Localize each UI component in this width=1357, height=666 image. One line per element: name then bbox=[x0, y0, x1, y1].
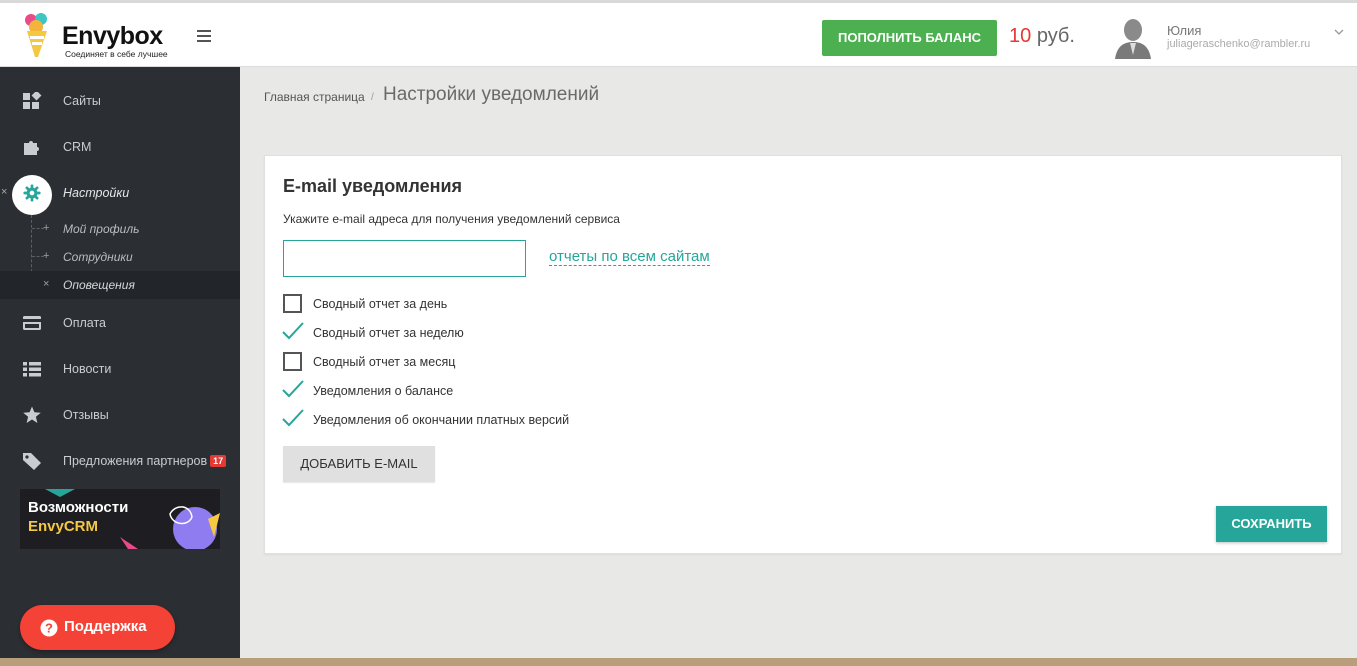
sidebar-item-settings[interactable]: Настройки bbox=[0, 173, 240, 213]
sidebar-item-label: Оплата bbox=[63, 316, 106, 330]
sidebar-item-label: Предложения партнеров 17 bbox=[63, 454, 227, 468]
credit-card-icon bbox=[23, 316, 41, 330]
close-icon: × bbox=[43, 278, 50, 290]
all-sites-reports-link[interactable]: отчеты по всем сайтам bbox=[549, 248, 710, 266]
sidebar-item-label: Отзывы bbox=[63, 408, 109, 422]
support-button[interactable]: ? Поддержка bbox=[20, 605, 175, 650]
balance-amount: 10 bbox=[1009, 25, 1032, 47]
card-description: Укажите e-mail адреса для получения увед… bbox=[283, 212, 620, 226]
checkbox-monthly-report[interactable]: Сводный отчет за месяц bbox=[283, 352, 683, 372]
sidebar-subitem-employees[interactable]: + Сотрудники bbox=[0, 243, 240, 271]
sidebar-item-partners[interactable]: Предложения партнеров 17 bbox=[0, 441, 240, 481]
plus-icon: + bbox=[43, 250, 50, 262]
checkmark-icon[interactable] bbox=[280, 406, 306, 428]
balance-display: 10 руб. bbox=[1009, 25, 1075, 48]
os-taskbar-strip bbox=[0, 658, 1357, 666]
sidebar-subitem-notifications[interactable]: × Оповещения bbox=[0, 271, 240, 299]
svg-text:?: ? bbox=[45, 621, 53, 636]
tag-icon bbox=[23, 453, 41, 470]
email-input[interactable] bbox=[283, 240, 526, 277]
list-icon bbox=[23, 362, 41, 377]
sidebar-subitem-label: Мой профиль bbox=[63, 222, 140, 236]
balance-currency: руб. bbox=[1036, 25, 1075, 47]
breadcrumb-home-link[interactable]: Главная страница bbox=[264, 90, 365, 104]
sidebar-item-sites[interactable]: Сайты bbox=[0, 81, 240, 121]
user-email[interactable]: juliageraschenko@rambler.ru bbox=[1167, 38, 1310, 50]
envycrm-promo-banner[interactable]: Возможности EnvyCRM bbox=[20, 489, 220, 549]
topup-balance-button[interactable]: ПОПОЛНИТЬ БАЛАНС bbox=[822, 20, 997, 56]
top-header: Envybox Соединяет в себе лучшее ПОПОЛНИТ… bbox=[0, 0, 1357, 67]
logo-text[interactable]: Envybox bbox=[62, 22, 163, 51]
support-button-label: Поддержка bbox=[64, 618, 147, 635]
promo-title: Возможности bbox=[28, 499, 129, 516]
sidebar-item-news[interactable]: Новости bbox=[0, 349, 240, 389]
sidebar-subitem-label: Сотрудники bbox=[63, 250, 133, 264]
sidebar-subitem-profile[interactable]: + Мой профиль bbox=[0, 215, 240, 243]
dashboard-icon bbox=[23, 92, 42, 109]
sidebar-item-reviews[interactable]: Отзывы bbox=[0, 395, 240, 435]
logo-tagline: Соединяет в себе лучшее bbox=[65, 49, 168, 59]
checkbox-paid-versions-expiry[interactable]: Уведомления об окончании платных версий bbox=[282, 409, 683, 430]
sidebar-item-label: Новости bbox=[63, 362, 112, 376]
save-button[interactable]: СОХРАНИТЬ bbox=[1216, 506, 1327, 542]
checkmark-icon[interactable] bbox=[280, 377, 306, 399]
sidebar-item-label: Сайты bbox=[63, 94, 101, 108]
star-icon bbox=[23, 406, 41, 423]
email-notifications-card: E-mail уведомления Укажите e-mail адреса… bbox=[264, 155, 1342, 554]
checkbox-label: Сводный отчет за неделю bbox=[313, 326, 464, 340]
partner-offers-count-badge: 17 bbox=[210, 455, 227, 467]
checkbox-daily-report[interactable]: Сводный отчет за день bbox=[283, 294, 683, 314]
help-circle-icon: ? bbox=[40, 619, 58, 637]
checkbox-unchecked[interactable] bbox=[283, 294, 302, 313]
sidebar-item-crm[interactable]: CRM bbox=[0, 127, 240, 167]
user-name[interactable]: Юлия bbox=[1167, 23, 1201, 38]
add-email-button[interactable]: ДОБАВИТЬ E-MAIL bbox=[283, 446, 435, 482]
promo-subtitle: EnvyCRM bbox=[28, 518, 99, 535]
checkbox-label: Уведомления о балансе bbox=[313, 384, 454, 398]
checkbox-balance-notifications[interactable]: Уведомления о балансе bbox=[282, 380, 683, 401]
sidebar-item-payment[interactable]: Оплата bbox=[0, 303, 240, 343]
puzzle-icon bbox=[24, 141, 39, 155]
breadcrumb-separator: / bbox=[371, 92, 374, 103]
sidebar-item-label: Настройки bbox=[63, 186, 130, 200]
plus-icon: + bbox=[43, 222, 50, 234]
checkbox-unchecked[interactable] bbox=[283, 352, 302, 371]
chevron-down-icon[interactable] bbox=[1334, 28, 1344, 36]
checkbox-label: Уведомления об окончании платных версий bbox=[313, 413, 570, 427]
page-title: Настройки уведомлений bbox=[383, 84, 600, 105]
sidebar-item-text: Предложения партнеров bbox=[63, 454, 208, 468]
checkbox-label: Сводный отчет за месяц bbox=[313, 355, 456, 369]
gear-icon bbox=[23, 184, 41, 202]
sidebar-item-label: CRM bbox=[63, 140, 92, 154]
sidebar-subitem-label: Оповещения bbox=[63, 278, 135, 292]
checkbox-weekly-report[interactable]: Сводный отчет за неделю bbox=[282, 322, 683, 343]
checkmark-icon[interactable] bbox=[280, 319, 306, 341]
card-title: E-mail уведомления bbox=[283, 176, 463, 196]
user-avatar-icon[interactable] bbox=[1113, 17, 1153, 59]
menu-toggle-icon[interactable] bbox=[197, 30, 211, 42]
envybox-logo-icon[interactable] bbox=[22, 11, 52, 61]
checkbox-label: Сводный отчет за день bbox=[313, 297, 448, 311]
